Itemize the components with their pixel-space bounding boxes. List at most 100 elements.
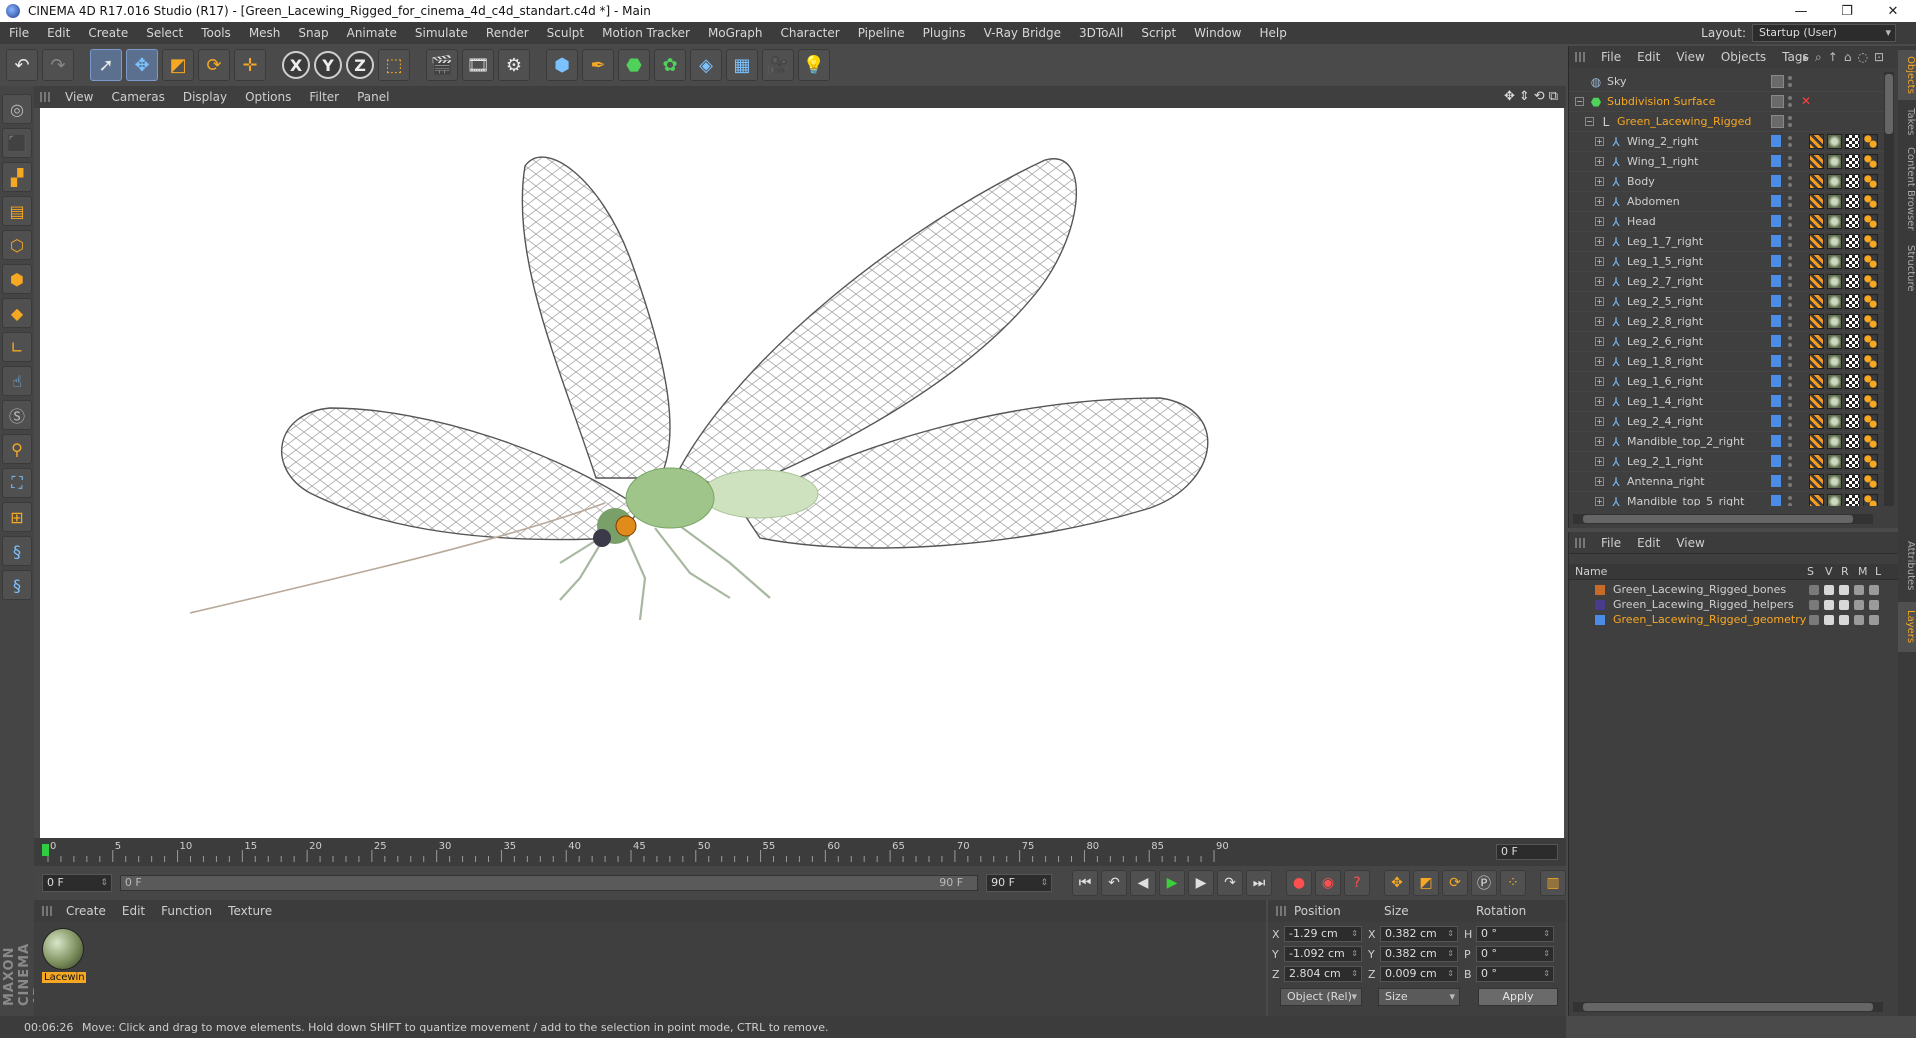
object-row[interactable]: + ⅄ Head [1569,212,1885,232]
material-menu-edit[interactable]: Edit [114,904,153,918]
texture-tag-icon[interactable] [1827,354,1842,369]
menu-mograph[interactable]: MoGraph [699,26,772,40]
select-arrow-icon[interactable]: ➚ [90,49,122,81]
close-button[interactable]: ✕ [1870,0,1916,22]
visibility-dots[interactable] [1788,455,1792,469]
expand-toggle-icon[interactable]: + [1595,377,1604,386]
locked-workplane-icon[interactable]: ⛶ [2,468,32,498]
z-axis-icon[interactable]: Z [346,51,374,79]
rotate-icon[interactable]: ⟳ [198,49,230,81]
menu-tools[interactable]: Tools [192,26,240,40]
next-frame-icon[interactable]: ▶ [1188,870,1214,896]
x-axis-icon[interactable]: X [282,51,310,79]
display-tag-icon[interactable] [1845,254,1860,269]
display-tag-icon[interactable] [1845,454,1860,469]
keyframe-selection-icon[interactable]: ? [1344,870,1370,896]
panel-grip[interactable] [40,92,50,102]
coordinate-mode-dropdown[interactable]: Object (Rel) [1280,988,1362,1006]
render-view-icon[interactable]: 🎬 [426,49,458,81]
apply-button[interactable]: Apply [1478,988,1558,1006]
layer-color-swatch[interactable] [1771,415,1781,427]
tab-attributes[interactable]: Attributes [1898,534,1916,598]
ik-tag-icon[interactable] [1809,134,1824,149]
texture-tag-icon[interactable] [1827,134,1842,149]
key-pla-icon[interactable]: ⁘ [1500,870,1526,896]
om-menu-file[interactable]: File [1593,50,1629,64]
tab-objects[interactable]: Objects [1898,50,1916,100]
enable-toggle-icon[interactable] [1771,75,1784,88]
object-row[interactable]: + ⅄ Leg_1_5_right [1569,252,1885,272]
tab-takes[interactable]: Takes [1898,104,1916,140]
ik-tag-icon[interactable] [1809,354,1824,369]
expand-toggle-icon[interactable]: + [1595,317,1604,326]
texture-tag-icon[interactable] [1827,294,1842,309]
layer-row[interactable]: Green_Lacewing_Rigged_geometry [1569,613,1899,628]
next-key-icon[interactable]: ↷ [1217,870,1243,896]
manager-flag-icon[interactable] [1854,615,1864,625]
expand-toggle-icon[interactable]: + [1595,477,1604,486]
expand-toggle-icon[interactable]: + [1595,177,1604,186]
python-icon[interactable]: § [2,536,32,566]
object-row[interactable]: + ⅄ Abdomen [1569,192,1885,212]
display-tag-icon[interactable] [1845,434,1860,449]
texture-tag-icon[interactable] [1827,334,1842,349]
weight-tag-icon[interactable] [1863,334,1878,349]
prev-key-icon[interactable]: ↶ [1101,870,1127,896]
layer-color-swatch[interactable] [1771,375,1781,387]
om-filter-icon[interactable]: ◌ [1857,50,1867,65]
texture-tag-icon[interactable] [1827,274,1842,289]
ik-tag-icon[interactable] [1809,374,1824,389]
object-row[interactable]: + ⅄ Antenna_right [1569,472,1885,492]
expand-toggle-icon[interactable]: − [1575,97,1584,106]
size-z-field[interactable]: 0.009 cm ⇕ [1380,966,1458,982]
expand-toggle-icon[interactable]: + [1595,337,1604,346]
visibility-dots[interactable] [1788,395,1792,409]
rotation-h-field[interactable]: 0 ° ⇕ [1476,926,1554,942]
texture-tag-icon[interactable] [1827,174,1842,189]
object-row[interactable]: + ⅄ Mandible_top_5_right [1569,492,1885,506]
tab-structure[interactable]: Structure [1898,238,1916,298]
visibility-dots[interactable] [1788,275,1792,289]
menu-file[interactable]: File [0,26,38,40]
object-row[interactable]: + ⅄ Wing_2_right [1569,132,1885,152]
ik-tag-icon[interactable] [1809,294,1824,309]
display-tag-icon[interactable] [1845,414,1860,429]
ik-tag-icon[interactable] [1809,454,1824,469]
display-tag-icon[interactable] [1845,494,1860,506]
layer-color-swatch[interactable] [1771,175,1781,187]
layer-color-swatch[interactable] [1771,295,1781,307]
lm-menu-edit[interactable]: Edit [1629,536,1668,550]
timeline-window-icon[interactable]: ▥ [1540,870,1566,896]
layer-row[interactable]: Green_Lacewing_Rigged_bones [1569,583,1899,598]
solo-flag-icon[interactable] [1809,615,1819,625]
ik-tag-icon[interactable] [1809,334,1824,349]
menu-sculpt[interactable]: Sculpt [538,26,593,40]
current-frame-field[interactable]: 0 F [1496,844,1558,860]
visibility-dots[interactable] [1788,475,1792,489]
display-tag-icon[interactable] [1845,194,1860,209]
visibility-dots[interactable] [1788,435,1792,449]
object-row[interactable]: + ⅄ Leg_2_8_right [1569,312,1885,332]
om-up-icon[interactable]: ↑ [1828,50,1838,65]
expand-toggle-icon[interactable]: + [1595,217,1604,226]
display-tag-icon[interactable] [1845,174,1860,189]
display-tag-icon[interactable] [1845,234,1860,249]
lm-menu-file[interactable]: File [1593,536,1629,550]
menu-select[interactable]: Select [137,26,192,40]
model-mode-icon[interactable]: ⬛ [2,128,32,158]
autokey-icon[interactable]: ◉ [1315,870,1341,896]
ik-tag-icon[interactable] [1809,414,1824,429]
solo-flag-icon[interactable] [1809,585,1819,595]
enable-toggle-icon[interactable] [1771,95,1784,108]
workplane-icon[interactable]: ▤ [2,196,32,226]
menu-snap[interactable]: Snap [289,26,337,40]
expand-toggle-icon[interactable]: + [1595,497,1604,506]
object-row[interactable]: + ⅄ Leg_2_7_right [1569,272,1885,292]
weight-tag-icon[interactable] [1863,394,1878,409]
display-tag-icon[interactable] [1845,474,1860,489]
polygons-mode-icon[interactable]: ◆ [2,298,32,328]
weight-tag-icon[interactable] [1863,434,1878,449]
menu-mesh[interactable]: Mesh [240,26,290,40]
menu-motion-tracker[interactable]: Motion Tracker [593,26,699,40]
python-script-icon[interactable]: § [2,570,32,600]
